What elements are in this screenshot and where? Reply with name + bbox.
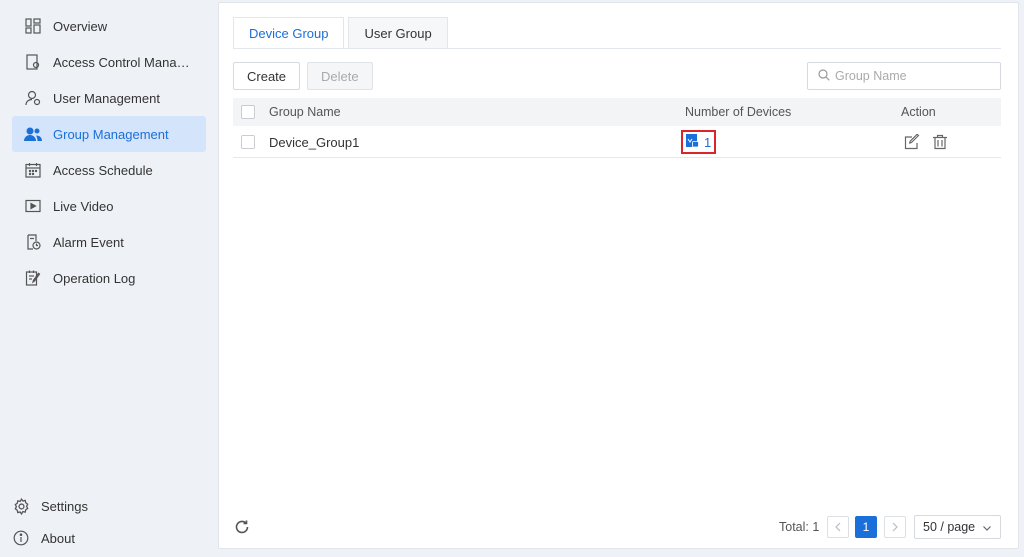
group-icon	[24, 125, 42, 143]
select-all-checkbox[interactable]	[241, 105, 255, 119]
gear-icon	[12, 497, 30, 515]
calendar-icon	[24, 161, 42, 179]
sidebar-item-access-control[interactable]: Access Control Manag...	[12, 44, 206, 80]
header-group-name: Group Name	[269, 105, 341, 119]
create-button[interactable]: Create	[233, 62, 301, 90]
settings-label: Settings	[41, 498, 88, 514]
sidebar-item-label: Alarm Event	[53, 234, 124, 250]
tab-user-group[interactable]: User Group	[348, 17, 448, 48]
tab-device-group[interactable]: Device Group	[233, 17, 345, 49]
row-select-cell	[241, 127, 255, 157]
sidebar-item-operation-log[interactable]: Operation Log	[12, 260, 206, 296]
info-icon	[12, 529, 30, 547]
header-number-of-devices: Number of Devices	[685, 105, 792, 119]
chevron-right-icon	[892, 522, 898, 532]
delete-button[interactable]: Delete	[307, 62, 373, 90]
sidebar-item-label: Operation Log	[53, 270, 136, 286]
prev-page-button[interactable]	[827, 516, 849, 538]
main-panel: Device Group User Group Create Delete Gr…	[218, 2, 1019, 549]
search-box	[807, 62, 1001, 90]
devices-cell: 1	[681, 127, 717, 157]
group-name-cell: Device_Group1	[269, 134, 360, 150]
sidebar-item-about[interactable]: About	[12, 526, 75, 550]
trash-icon[interactable]	[931, 133, 949, 151]
sidebar-item-access-schedule[interactable]: Access Schedule	[12, 152, 206, 188]
about-label: About	[41, 530, 75, 546]
page-button-current[interactable]: 1	[855, 516, 877, 538]
sidebar-item-label: Access Control Manag...	[53, 54, 193, 70]
tab-bar: Device Group User Group	[233, 17, 452, 49]
user-icon	[24, 89, 42, 107]
edit-icon[interactable]	[903, 133, 921, 151]
sidebar-item-settings[interactable]: Settings	[12, 494, 88, 518]
sidebar-item-overview[interactable]: Overview	[12, 8, 206, 44]
device-count-link[interactable]: 1	[681, 130, 717, 154]
search-input[interactable]	[835, 69, 995, 83]
access-control-icon	[24, 53, 42, 71]
header-action: Action	[901, 105, 936, 119]
table-row: Device_Group1 1	[233, 127, 1001, 158]
tab-divider	[233, 48, 1001, 49]
sidebar-item-label: Overview	[53, 18, 108, 34]
sidebar: Overview Access Control Manag... User Ma…	[0, 0, 216, 557]
total-count: Total: 1	[779, 520, 820, 534]
refresh-icon[interactable]	[234, 519, 252, 537]
sidebar-item-group-management[interactable]: Group Management	[12, 116, 206, 152]
sidebar-item-live-video[interactable]: Live Video	[12, 188, 206, 224]
select-all-cell	[241, 98, 255, 126]
next-page-button[interactable]	[884, 516, 906, 538]
sidebar-item-user-management[interactable]: User Management	[12, 80, 206, 116]
page-size-select[interactable]: 50 / page	[914, 515, 1001, 539]
alarm-icon	[24, 233, 42, 251]
sidebar-item-label: Access Schedule	[53, 162, 153, 178]
sidebar-item-label: Group Management	[53, 126, 169, 142]
search-icon	[818, 68, 830, 84]
device-count-value: 1	[704, 134, 712, 150]
sidebar-item-label: Live Video	[53, 198, 114, 214]
page-size-value: 50 / page	[923, 520, 976, 534]
chevron-left-icon	[835, 522, 841, 532]
chevron-down-icon	[982, 522, 992, 536]
sidebar-item-label: User Management	[53, 90, 160, 106]
log-icon	[24, 269, 42, 287]
table-header: Group Name Number of Devices Action	[233, 98, 1001, 126]
overview-icon	[24, 17, 42, 35]
video-icon	[24, 197, 42, 215]
device-group-icon	[686, 133, 700, 151]
row-checkbox[interactable]	[241, 135, 255, 149]
sidebar-item-alarm-event[interactable]: Alarm Event	[12, 224, 206, 260]
action-cell	[903, 127, 959, 157]
